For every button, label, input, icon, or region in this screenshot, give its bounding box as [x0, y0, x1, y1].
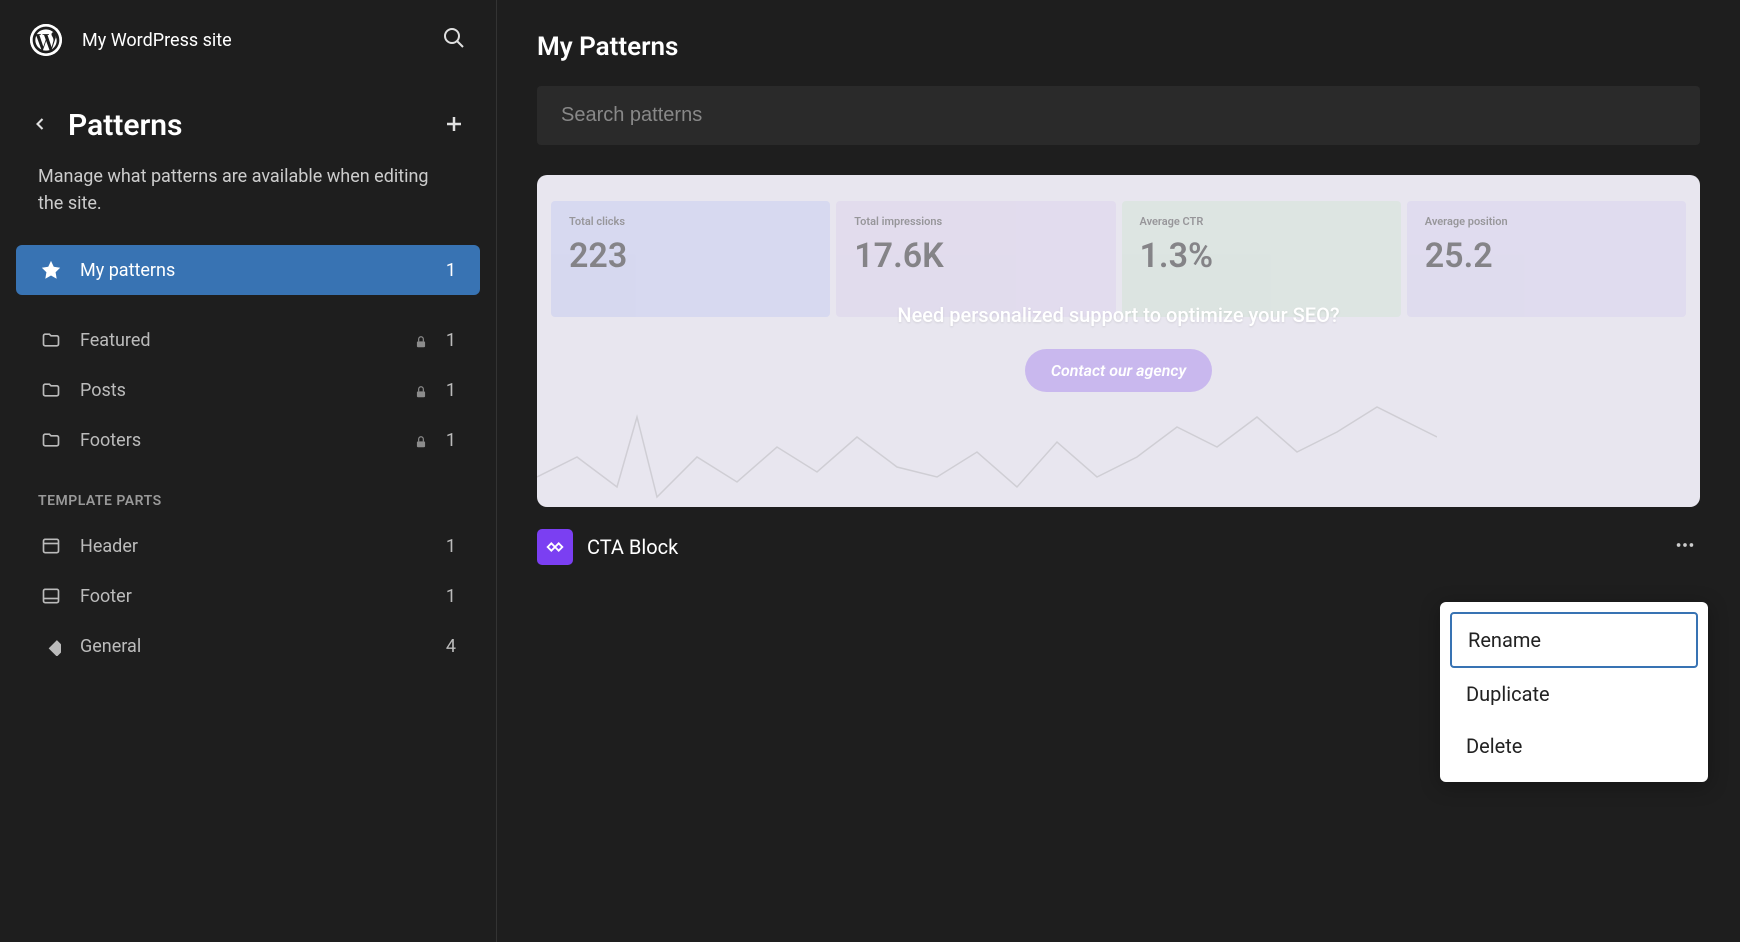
lock-icon [414, 383, 428, 397]
pattern-footer: CTA Block [537, 507, 1700, 587]
sidebar-item-label: Featured [80, 330, 392, 351]
sidebar-item-count: 1 [446, 586, 456, 607]
stat-value: 223 [569, 236, 812, 276]
menu-item-duplicate[interactable]: Duplicate [1450, 668, 1698, 720]
sidebar-item-label: General [80, 636, 428, 657]
preview-chart-icon [537, 387, 1437, 507]
stat-box: Total impressions 17.6K [836, 201, 1115, 317]
stat-label: Average CTR [1140, 215, 1383, 228]
stat-value: 1.3% [1140, 236, 1383, 276]
folder-icon [40, 429, 62, 451]
menu-item-rename[interactable]: Rename [1450, 612, 1698, 668]
sidebar-item-label: Footer [80, 586, 428, 607]
preview-stats: Total clicks 223 Total impressions 17.6K… [537, 175, 1700, 317]
template-parts-list: Header 1 Footer 1 General 4 [0, 521, 496, 671]
header-layout-icon [40, 535, 62, 557]
patterns-description: Manage what patterns are available when … [0, 155, 496, 245]
back-icon[interactable] [30, 114, 50, 138]
patterns-header: Patterns [0, 80, 496, 155]
sidebar-item-count: 1 [446, 330, 456, 351]
stat-label: Total impressions [854, 215, 1097, 228]
sidebar-item-header[interactable]: Header 1 [16, 521, 480, 571]
sidebar: My WordPress site Patterns Manage what p… [0, 0, 497, 942]
page-title: Patterns [68, 108, 424, 143]
search-icon[interactable] [442, 26, 466, 54]
pattern-badge-icon [537, 529, 573, 565]
sidebar-item-my-patterns[interactable]: My patterns 1 [16, 245, 480, 295]
sidebar-item-posts[interactable]: Posts 1 [16, 365, 480, 415]
pattern-preview: Total clicks 223 Total impressions 17.6K… [537, 175, 1700, 507]
footer-layout-icon [40, 585, 62, 607]
sidebar-item-count: 1 [446, 430, 456, 451]
lock-icon [414, 333, 428, 347]
sidebar-item-label: My patterns [80, 260, 428, 281]
sidebar-item-count: 1 [446, 380, 456, 401]
star-icon [40, 259, 62, 281]
pattern-card[interactable]: Total clicks 223 Total impressions 17.6K… [537, 175, 1700, 587]
sidebar-item-label: Footers [80, 430, 392, 451]
sidebar-item-footer[interactable]: Footer 1 [16, 571, 480, 621]
nav-list: My patterns 1 [0, 245, 496, 295]
add-pattern-icon[interactable] [442, 112, 466, 140]
lock-icon [414, 433, 428, 447]
stat-value: 25.2 [1425, 236, 1668, 276]
stat-box: Average CTR 1.3% [1122, 201, 1401, 317]
sidebar-header: My WordPress site [0, 0, 496, 80]
stat-box: Total clicks 223 [551, 201, 830, 317]
sidebar-item-label: Posts [80, 380, 392, 401]
sidebar-item-count: 4 [446, 636, 456, 657]
sidebar-item-count: 1 [446, 536, 456, 557]
more-options-icon[interactable] [1670, 530, 1700, 564]
folder-icon [40, 379, 62, 401]
stat-label: Total clicks [569, 215, 812, 228]
categories-list: Featured 1 Posts 1 Footers 1 [0, 315, 496, 465]
pattern-name: CTA Block [587, 535, 1656, 559]
stat-box: Average position 25.2 [1407, 201, 1686, 317]
stat-label: Average position [1425, 215, 1668, 228]
context-menu: Rename Duplicate Delete [1440, 602, 1708, 782]
main: My Patterns Total clicks 223 Total impre… [497, 0, 1740, 942]
sidebar-item-footers[interactable]: Footers 1 [16, 415, 480, 465]
diamond-icon [40, 635, 62, 657]
sidebar-item-general[interactable]: General 4 [16, 621, 480, 671]
preview-overlay: Need personalized support to optimize yo… [537, 303, 1700, 392]
search-input[interactable] [537, 86, 1700, 145]
preview-question: Need personalized support to optimize yo… [537, 303, 1700, 327]
folder-icon [40, 329, 62, 351]
template-parts-heading: TEMPLATE PARTS [0, 465, 496, 521]
wordpress-logo-icon[interactable] [30, 24, 62, 56]
sidebar-item-label: Header [80, 536, 428, 557]
preview-cta-button: Contact our agency [1025, 349, 1212, 392]
sidebar-item-count: 1 [446, 260, 456, 281]
stat-value: 17.6K [854, 236, 1097, 276]
main-title: My Patterns [537, 32, 1700, 62]
site-name[interactable]: My WordPress site [82, 30, 422, 51]
menu-item-delete[interactable]: Delete [1450, 720, 1698, 772]
sidebar-item-featured[interactable]: Featured 1 [16, 315, 480, 365]
